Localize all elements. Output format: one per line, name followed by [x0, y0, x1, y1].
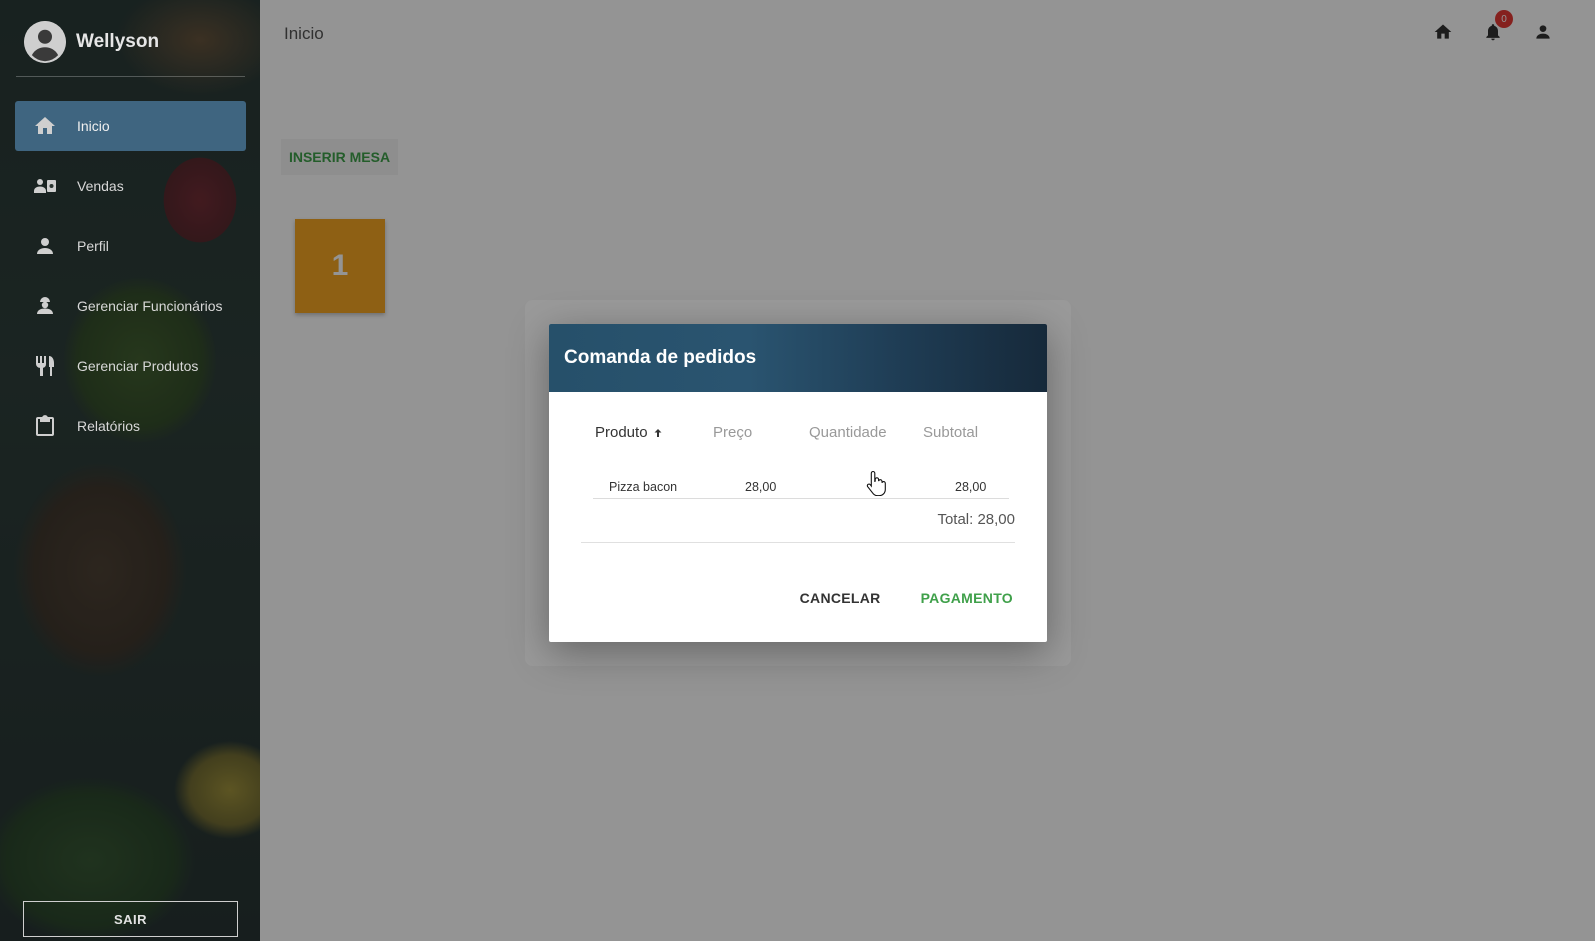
column-header-produto[interactable]: Produto: [595, 424, 713, 441]
sidebar-item-label: Relatórios: [77, 418, 141, 434]
home-icon: [35, 117, 55, 134]
divider: [581, 542, 1015, 543]
payment-button[interactable]: PAGAMENTO: [915, 582, 1019, 614]
clipboard-icon: [36, 415, 54, 436]
column-header-quantidade[interactable]: Quantidade: [809, 424, 923, 441]
dialog-title: Comanda de pedidos: [564, 347, 757, 368]
arrow-up-icon: [654, 428, 662, 437]
sidebar-item-label: Gerenciar Funcionários: [77, 298, 223, 314]
sidebar-item-label: Perfil: [77, 238, 109, 254]
table-row[interactable]: Pizza bacon 28,00 28,00: [593, 465, 1009, 499]
sidebar-item-perfil[interactable]: Perfil: [15, 221, 246, 271]
restaurant-icon: [36, 356, 54, 376]
order-table-header: Produto Preço Quantidade Subtotal: [595, 424, 1015, 441]
sidebar-item-relatorios[interactable]: Relatórios: [15, 401, 246, 451]
cancel-button[interactable]: CANCELAR: [794, 582, 887, 614]
column-header-preco[interactable]: Preço: [713, 424, 809, 441]
cell-produto: Pizza bacon: [609, 480, 678, 494]
sidebar-item-label: Inicio: [77, 118, 110, 134]
sidebar-item-label: Gerenciar Produtos: [77, 358, 199, 374]
sidebar: Wellyson Inicio Vendas Perfil Gerenciar …: [0, 0, 260, 941]
sidebar-item-vendas[interactable]: Vendas: [15, 161, 246, 211]
dialog-header: Comanda de pedidos: [549, 324, 1047, 392]
logout-button[interactable]: SAIR: [23, 901, 238, 937]
sidebar-item-produtos[interactable]: Gerenciar Produtos: [15, 341, 246, 391]
divider: [16, 76, 245, 77]
order-dialog: Comanda de pedidos Produto Preço Quantid…: [549, 324, 1047, 642]
sidebar-nav: Inicio Vendas Perfil Gerenciar Funcionár…: [15, 101, 246, 461]
avatar-icon: [24, 21, 66, 63]
hand-cursor-icon: [866, 470, 886, 496]
worker-icon: [37, 297, 53, 314]
user-name: Wellyson: [76, 31, 160, 52]
column-header-subtotal[interactable]: Subtotal: [923, 424, 1013, 441]
user-profile: Wellyson: [24, 20, 159, 64]
sales-icon: [34, 179, 56, 193]
dialog-actions: CANCELAR PAGAMENTO: [794, 582, 1019, 614]
sidebar-item-funcionarios[interactable]: Gerenciar Funcionários: [15, 281, 246, 331]
sidebar-item-label: Vendas: [77, 178, 124, 194]
person-icon: [37, 238, 53, 254]
sidebar-item-inicio[interactable]: Inicio: [15, 101, 246, 151]
cell-preco: 28,00: [745, 480, 777, 494]
cell-subtotal: 28,00: [955, 480, 987, 494]
order-total: Total: 28,00: [937, 511, 1015, 528]
